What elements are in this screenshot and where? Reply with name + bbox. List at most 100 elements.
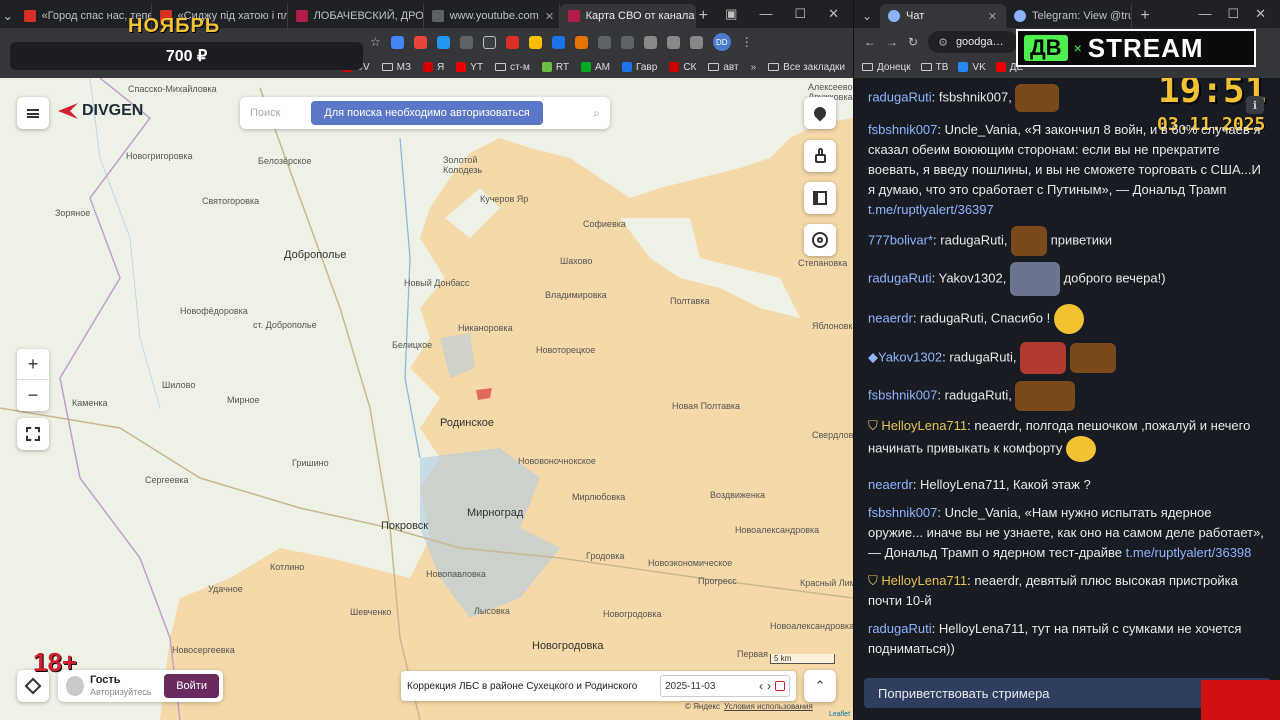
tab-5-active[interactable]: Карта СВО от канала DI✕ — [559, 4, 696, 28]
minimize-icon[interactable]: — — [1198, 6, 1211, 22]
chat-nick[interactable]: Yakov1302 — [878, 349, 942, 364]
zoom-out-button[interactable]: − — [17, 380, 49, 411]
all-bookmarks[interactable]: Все закладки — [768, 62, 845, 73]
reload-icon[interactable]: ↻ — [908, 35, 918, 49]
extension-icon[interactable] — [505, 35, 519, 49]
bookmark-sk[interactable]: СК — [669, 62, 696, 73]
maximize-icon[interactable]: ☐ — [1227, 6, 1239, 22]
bookmark-stm[interactable]: ст-м — [495, 62, 530, 73]
divgen-logo-icon — [58, 103, 78, 119]
chat-nick[interactable]: neaerdr — [868, 310, 913, 325]
extension-icon[interactable] — [413, 35, 427, 49]
chevron-right-icon[interactable]: » — [751, 62, 757, 73]
tab-telegram[interactable]: Telegram: View @true✕ — [1006, 4, 1132, 28]
chat-nick[interactable]: fsbshnik007 — [868, 505, 937, 520]
bookmark-gavr[interactable]: Гавр — [622, 62, 657, 73]
search-icon[interactable]: ⌕ — [593, 106, 600, 121]
place-label: Шевченко — [350, 607, 392, 617]
extension-icon[interactable] — [574, 35, 588, 49]
close-icon[interactable]: ✕ — [545, 10, 554, 23]
bookmark-avt[interactable]: авт — [708, 62, 739, 73]
fullscreen-icon[interactable] — [17, 418, 49, 450]
maximize-icon[interactable]: ☐ — [794, 6, 806, 22]
avatar[interactable]: DD — [712, 33, 731, 51]
extension-icon[interactable] — [597, 35, 611, 49]
chevron-left-icon[interactable]: ‹ — [759, 679, 763, 693]
bookmark-donetsk[interactable]: Донецк — [862, 62, 911, 73]
tab-chat[interactable]: Чат ✕ — [880, 4, 1006, 28]
date-picker[interactable]: 2025-11-03 ‹ › — [660, 675, 790, 697]
extension-icon[interactable] — [551, 35, 565, 49]
lock-icon[interactable] — [804, 140, 836, 172]
zoom-in-button[interactable]: + — [17, 349, 49, 380]
leaflet-link[interactable]: Leaflet — [829, 711, 850, 718]
tab-4[interactable]: www.youtube.com ✕ — [424, 4, 560, 28]
chat-nick[interactable]: radugaRuti — [868, 621, 932, 636]
folder-icon — [495, 63, 507, 71]
bookmark-mz[interactable]: МЗ — [381, 62, 411, 73]
calendar-icon[interactable] — [775, 681, 785, 691]
extension-icon[interactable] — [390, 35, 404, 49]
kebab-menu-icon[interactable]: ⋮ — [741, 35, 753, 49]
key-icon[interactable] — [643, 35, 657, 49]
bookmark-rt[interactable]: RT — [541, 62, 569, 73]
auth-required-banner[interactable]: Для поиска необходимо авторизоваться — [311, 101, 543, 125]
address-bar[interactable]: ⚙ goodga… — [928, 31, 1019, 53]
terms-link[interactable]: Условия использования — [724, 702, 813, 711]
bookmark-label: Донецк — [877, 61, 911, 73]
forward-icon[interactable]: → — [886, 35, 898, 49]
folder-icon — [381, 63, 393, 71]
target-icon[interactable] — [804, 224, 836, 256]
star-icon[interactable]: ☆ — [370, 35, 381, 49]
tab-search-icon[interactable]: ⌄ — [854, 4, 880, 28]
folder-icon — [862, 63, 873, 71]
chat-nick[interactable]: fsbshnik007 — [868, 122, 937, 137]
back-icon[interactable]: ← — [864, 35, 876, 49]
map-view[interactable]: Спасско-Михайловка Новогригоровка Белозё… — [0, 78, 853, 720]
tab-title: Карта СВО от канала DI — [585, 10, 695, 22]
new-tab-icon[interactable]: + — [696, 4, 712, 28]
minimize-icon[interactable]: — — [759, 6, 772, 22]
chevron-up-icon[interactable]: ⌃ — [804, 670, 836, 702]
chat-text: radugaRuti, — [940, 232, 1008, 248]
bookmark-am[interactable]: АМ — [581, 62, 610, 73]
close-window-icon[interactable]: ✕ — [1255, 6, 1266, 22]
bookmark-ya[interactable]: Я — [423, 62, 444, 73]
news-title[interactable]: Коррекция ЛБС в районе Сухецкого и Родин… — [407, 681, 637, 692]
chevron-right-icon[interactable]: › — [767, 679, 771, 693]
bookmark-vk[interactable]: VK — [958, 62, 986, 73]
site-info-icon[interactable]: ⚙ — [938, 36, 948, 49]
puzzle-icon[interactable] — [620, 35, 634, 49]
sidepanel-icon[interactable] — [689, 35, 703, 49]
chat-link[interactable]: t.me/ruptlyalert/36398 — [1126, 545, 1252, 560]
chat-nick[interactable]: radugaRuti — [868, 89, 932, 104]
chat-nick[interactable]: 777bolivar* — [868, 232, 933, 247]
extension-icon[interactable] — [528, 35, 542, 49]
bookmark-tv[interactable]: ТВ — [920, 62, 948, 73]
ruler-icon[interactable] — [804, 182, 836, 214]
close-icon[interactable]: ✕ — [988, 10, 997, 23]
tab-search-icon[interactable]: ⌄ — [0, 4, 16, 28]
new-tab-icon[interactable]: + — [1132, 4, 1158, 28]
window-menu-icon[interactable]: ▣ — [725, 6, 737, 22]
sk-icon — [669, 62, 680, 72]
hamburger-menu-icon[interactable] — [17, 97, 49, 129]
brand-logo[interactable]: DIVGEN — [58, 102, 143, 120]
chat-nick[interactable]: neaerdr — [868, 477, 913, 492]
chat-link[interactable]: t.me/ruptlyalert/36397 — [868, 202, 994, 217]
close-window-icon[interactable]: ✕ — [828, 6, 839, 22]
youtube-icon — [995, 62, 1006, 72]
chat-nick[interactable]: fsbshnik007 — [868, 387, 937, 402]
logo-left: ДВ — [1024, 35, 1068, 61]
extension-icon[interactable] — [459, 35, 473, 49]
chat-nick[interactable]: radugaRuti — [868, 270, 932, 285]
login-button[interactable]: Войти — [164, 674, 219, 698]
location-pin-icon[interactable] — [804, 97, 836, 129]
bookmark-yt[interactable]: YT — [456, 62, 483, 73]
chat-nick[interactable]: HelloyLena711 — [881, 418, 967, 433]
chat-nick[interactable]: HelloyLena711 — [881, 573, 967, 588]
extension-icon[interactable] — [436, 35, 450, 49]
tab-3[interactable]: ЛОБАЧЕВСКИЙ, ДРОН…✕ — [288, 4, 424, 28]
link-icon[interactable] — [666, 35, 680, 49]
extension-icon[interactable] — [482, 35, 496, 49]
